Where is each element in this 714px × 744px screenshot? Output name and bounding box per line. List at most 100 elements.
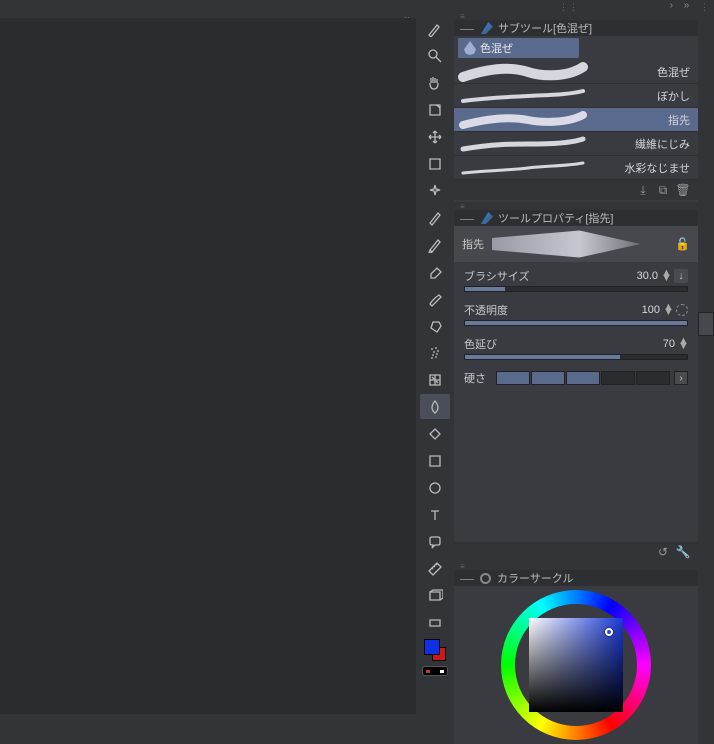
tool-brush[interactable]	[420, 16, 450, 41]
tool-marquee[interactable]	[420, 151, 450, 176]
pressure-settings-icon[interactable]: ↓	[674, 269, 688, 283]
colorcircle-panel-header[interactable]: — カラーサークル	[454, 570, 698, 586]
tool-brush2[interactable]	[420, 286, 450, 311]
tool-pencil[interactable]	[420, 232, 450, 257]
delete-subtool-icon[interactable]: 🗑	[676, 183, 690, 197]
prop-hardness: 硬さ ›	[464, 370, 688, 386]
hardness-step[interactable]	[601, 371, 635, 385]
tool-text[interactable]	[420, 502, 450, 527]
prop-color-stretch: 色延び 70 ▲▼	[464, 336, 688, 360]
hardness-step[interactable]	[496, 371, 530, 385]
tool-pattern[interactable]	[420, 367, 450, 392]
color-circle-icon	[480, 573, 491, 584]
tool-hand[interactable]	[420, 70, 450, 95]
subtool-item[interactable]: 水彩なじませ	[454, 156, 698, 180]
sv-cursor[interactable]	[605, 628, 613, 636]
tool-ellipse[interactable]	[420, 475, 450, 500]
tool-blend[interactable]	[420, 394, 450, 419]
stroke-preview	[458, 133, 588, 155]
subtool-label: 水彩なじませ	[624, 160, 690, 176]
tool-spray[interactable]	[420, 340, 450, 365]
subtool-item[interactable]: 色混ぜ	[454, 60, 698, 84]
prop-value[interactable]: 100	[642, 304, 660, 316]
canvas-area[interactable]	[0, 18, 416, 714]
subtool-item[interactable]: 指先	[454, 108, 698, 132]
prop-label: 硬さ	[464, 370, 492, 386]
panel-menu-icon[interactable]: —	[460, 210, 474, 226]
subtool-item[interactable]: ぼかし	[454, 84, 698, 108]
color-stretch-slider[interactable]	[464, 354, 688, 360]
tool-zoom[interactable]	[420, 43, 450, 68]
panel-grip[interactable]: ≡	[454, 202, 698, 210]
tool-ruler[interactable]	[420, 556, 450, 581]
grip-icon: ⋮	[700, 2, 709, 13]
panel-menu-icon[interactable]: —	[460, 20, 474, 36]
tool-gradient[interactable]	[420, 610, 450, 635]
reset-icon[interactable]: ↺	[656, 545, 670, 559]
tool-toolbar	[416, 12, 454, 714]
color-wheel[interactable]	[501, 590, 651, 740]
tool-shape[interactable]	[420, 448, 450, 473]
prop-label: 不透明度	[464, 302, 508, 318]
tool-frame[interactable]	[420, 583, 450, 608]
tool-pen[interactable]	[420, 205, 450, 230]
prop-opacity: 不透明度 100 ▲▼	[464, 302, 688, 326]
saturation-value-box[interactable]	[529, 618, 623, 712]
prop-value[interactable]: 30.0	[637, 270, 658, 282]
subtool-title: サブツール[色混ぜ]	[498, 20, 592, 36]
brush-preview-row: 指先 🔓	[454, 226, 698, 262]
hardness-step[interactable]	[566, 371, 600, 385]
hardness-step[interactable]	[531, 371, 565, 385]
transparent-color-icon[interactable]	[422, 666, 448, 676]
expand-icon[interactable]: ›	[674, 371, 688, 385]
subtool-label: 繊維にじみ	[635, 136, 690, 152]
panel-grip[interactable]: ≡	[454, 12, 698, 20]
duplicate-subtool-icon[interactable]: ⧉	[656, 183, 670, 197]
prop-value[interactable]: 70	[663, 338, 675, 350]
toolprop-brush-icon	[481, 212, 493, 224]
tool-fill[interactable]	[420, 421, 450, 446]
subtool-panel-header[interactable]: — サブツール[色混ぜ]	[454, 20, 698, 36]
tool-rotate[interactable]	[420, 97, 450, 122]
spinner-icon[interactable]: ▲▼	[663, 305, 673, 315]
hardness-selector[interactable]	[496, 371, 670, 385]
subtool-panel: 色混ぜ 色混ぜぼかし指先繊維にじみ水彩なじませ ⤓ ⧉ 🗑	[454, 36, 698, 202]
brush-size-slider[interactable]	[464, 286, 688, 292]
prop-label: ブラシサイズ	[464, 268, 529, 284]
stroke-preview	[458, 109, 588, 131]
opacity-slider[interactable]	[464, 320, 688, 326]
color-swatch[interactable]	[424, 639, 446, 661]
tool-move[interactable]	[420, 124, 450, 149]
subtool-brush-icon	[481, 22, 493, 34]
toolprop-title: ツールプロパティ[指先]	[498, 210, 613, 226]
stroke-preview	[458, 157, 588, 179]
lock-icon[interactable]: 🔓	[675, 237, 690, 251]
tool-balloon[interactable]	[420, 529, 450, 554]
tool-eraser[interactable]	[420, 259, 450, 284]
subtool-footer: ⤓ ⧉ 🗑	[454, 180, 698, 200]
subtool-label: 指先	[668, 112, 690, 128]
wrench-icon[interactable]: 🔧	[676, 545, 690, 559]
right-panel-handle[interactable]: ⋮⋮ › » ≡	[416, 0, 714, 12]
toolprop-footer: ↺ 🔧	[454, 542, 698, 562]
colorcircle-panel	[454, 586, 698, 744]
subtool-item[interactable]: 繊維にじみ	[454, 132, 698, 156]
toolprop-panel: 指先 🔓 ブラシサイズ 30.0 ▲▼ ↓ 不透明度	[454, 226, 698, 562]
tool-wand[interactable]	[420, 178, 450, 203]
hardness-step[interactable]	[636, 371, 670, 385]
collapsed-panel-tab[interactable]	[698, 312, 714, 336]
subtool-label: ぼかし	[657, 88, 690, 104]
toolprop-panel-header[interactable]: — ツールプロパティ[指先]	[454, 210, 698, 226]
spinner-icon[interactable]: ▲▼	[661, 271, 671, 281]
spinner-icon[interactable]: ▲▼	[678, 339, 688, 349]
subtool-group-tab[interactable]: 色混ぜ	[458, 38, 579, 58]
panel-grip[interactable]: ≡	[454, 562, 698, 570]
subtool-label: 色混ぜ	[657, 64, 690, 80]
far-right-dock: ⋮	[698, 0, 714, 714]
stroke-preview	[458, 61, 588, 83]
tool-airbrush[interactable]	[420, 313, 450, 338]
brush-stroke-preview	[492, 229, 667, 259]
import-subtool-icon[interactable]: ⤓	[636, 183, 650, 197]
dynamics-icon[interactable]	[676, 304, 688, 316]
panel-menu-icon[interactable]: —	[460, 570, 474, 586]
